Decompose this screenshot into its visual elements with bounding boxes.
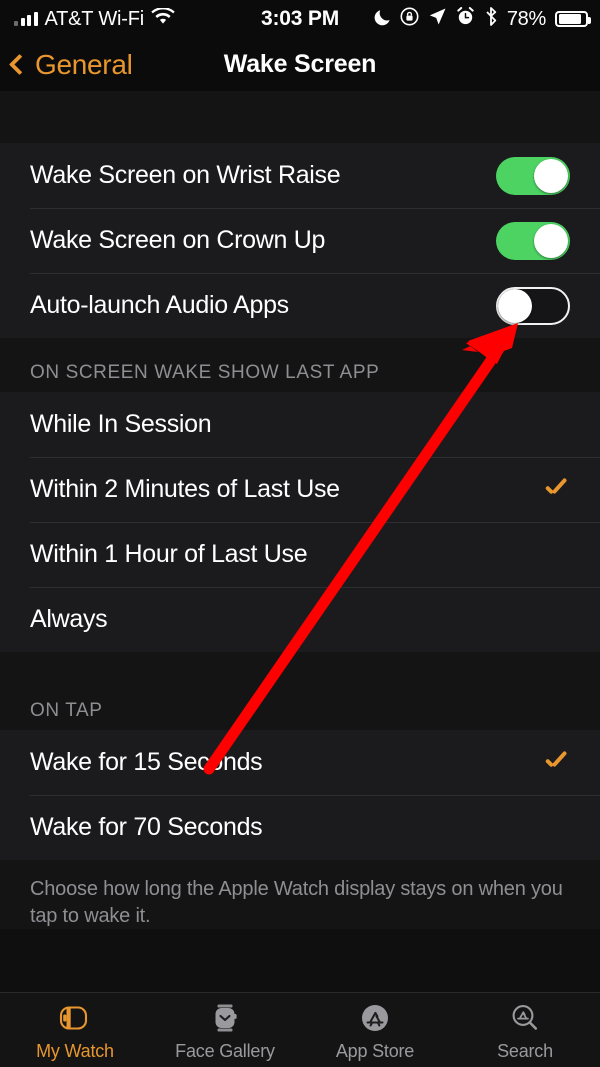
row-label: While In Session	[30, 410, 212, 438]
top-spacer	[0, 91, 600, 143]
row-label: Wake Screen on Wrist Raise	[30, 161, 341, 189]
row-label: Within 1 Hour of Last Use	[30, 540, 308, 568]
row-label: Within 2 Minutes of Last Use	[30, 475, 340, 503]
row-label: Wake Screen on Crown Up	[30, 226, 326, 254]
row-label: Auto-launch Audio Apps	[30, 291, 289, 319]
toggle-knob	[534, 223, 568, 258]
status-bar: AT&T Wi-Fi 3:03 PM 78%	[0, 0, 600, 38]
chevron-left-icon	[8, 53, 31, 76]
tab-face-gallery[interactable]: Face Gallery	[150, 993, 300, 1067]
back-button[interactable]: General	[8, 38, 133, 91]
back-button-label: General	[35, 48, 133, 80]
navigation-bar: Wake Screen General	[0, 38, 600, 91]
option-always[interactable]: Always	[0, 587, 600, 652]
watch-side-icon	[55, 998, 95, 1038]
row-label: Wake for 70 Seconds	[30, 813, 263, 841]
settings-list: Wake Screen on Wrist Raise Wake Screen o…	[0, 91, 600, 992]
option-within-1-hour[interactable]: Within 1 Hour of Last Use	[0, 522, 600, 587]
status-bar-right: 78%	[374, 6, 591, 32]
on-tap-options-group: Wake for 15 Seconds Wake for 70 Seconds	[0, 730, 600, 860]
iphone-screen: AT&T Wi-Fi 3:03 PM 78% Wake Screen Gener…	[0, 0, 600, 1067]
tab-my-watch[interactable]: My Watch	[0, 993, 150, 1067]
toggle-auto-launch-audio-apps[interactable]	[496, 286, 570, 325]
do-not-disturb-moon-icon	[374, 7, 391, 31]
option-while-in-session[interactable]: While In Session	[0, 392, 600, 457]
alarm-clock-icon	[456, 7, 475, 31]
toggle-wake-on-crown-up[interactable]	[496, 221, 570, 260]
toggle-wake-on-wrist-raise[interactable]	[496, 156, 570, 195]
location-arrow-icon	[428, 7, 447, 31]
tab-label: Search	[497, 1041, 553, 1061]
wake-toggles-group: Wake Screen on Wrist Raise Wake Screen o…	[0, 143, 600, 338]
section-footer-note: Choose how long the Apple Watch display …	[0, 860, 600, 930]
row-wake-on-wrist-raise[interactable]: Wake Screen on Wrist Raise	[0, 143, 600, 208]
row-label: Always	[30, 605, 108, 633]
checkmark-icon	[542, 476, 570, 504]
bluetooth-icon	[484, 6, 498, 32]
tab-search[interactable]: Search	[450, 993, 600, 1067]
row-wake-on-crown-up[interactable]: Wake Screen on Crown Up	[0, 208, 600, 273]
section-header-on-tap: ON TAP	[0, 652, 600, 730]
search-app-store-icon	[505, 998, 545, 1038]
rotation-lock-icon	[400, 7, 419, 31]
battery-percent-label: 78%	[506, 7, 546, 30]
option-within-2-minutes[interactable]: Within 2 Minutes of Last Use	[0, 457, 600, 522]
row-auto-launch-audio-apps[interactable]: Auto-launch Audio Apps	[0, 273, 600, 338]
checkmark-icon	[542, 749, 570, 777]
watch-face-icon	[205, 998, 245, 1038]
tab-bar: My Watch Face Gallery App Store Search	[0, 992, 600, 1067]
tab-app-store[interactable]: App Store	[300, 993, 450, 1067]
option-wake-15-seconds[interactable]: Wake for 15 Seconds	[0, 730, 600, 795]
row-label: Wake for 15 Seconds	[30, 748, 263, 776]
battery-icon	[555, 11, 591, 27]
on-screen-wake-options-group: While In Session Within 2 Minutes of Las…	[0, 392, 600, 652]
section-header-on-screen-wake: ON SCREEN WAKE SHOW LAST APP	[0, 338, 600, 392]
toggle-knob	[534, 158, 568, 193]
toggle-knob	[498, 288, 532, 323]
tab-label: App Store	[335, 1041, 415, 1061]
option-wake-70-seconds[interactable]: Wake for 70 Seconds	[0, 795, 600, 860]
tab-label: Face Gallery	[175, 1041, 275, 1061]
app-store-icon	[355, 998, 395, 1038]
tab-label: My Watch	[36, 1041, 114, 1061]
